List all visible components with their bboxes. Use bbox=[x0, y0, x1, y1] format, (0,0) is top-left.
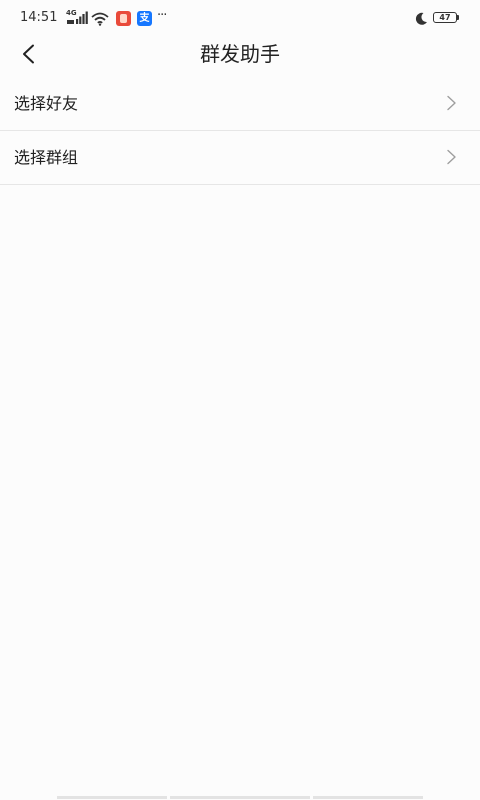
bottom-indicator-segment bbox=[313, 796, 423, 799]
chevron-right-icon bbox=[447, 95, 456, 111]
status-bar: 14:51 4G 支 ··· 47 bbox=[0, 0, 480, 36]
select-friends-item[interactable]: 选择好友 bbox=[0, 77, 480, 131]
menu-item-label: 选择好友 bbox=[14, 94, 79, 113]
bottom-indicator-segment bbox=[170, 796, 310, 799]
signal-4g-icon: 4G bbox=[66, 9, 88, 25]
screen: 14:51 4G 支 ··· 47 群发助手 选择好友 选择群组 bbox=[0, 0, 480, 800]
menu-list: 选择好友 选择群组 bbox=[0, 77, 480, 185]
select-groups-item[interactable]: 选择群组 bbox=[0, 131, 480, 185]
page-title: 群发助手 bbox=[200, 42, 280, 66]
battery-icon: 47 bbox=[433, 12, 457, 23]
battery-tip bbox=[457, 15, 459, 20]
header: 群发助手 bbox=[0, 36, 480, 72]
more-notifications-icon: ··· bbox=[157, 8, 167, 23]
back-button[interactable] bbox=[14, 38, 44, 70]
moon-icon bbox=[414, 11, 428, 30]
menu-item-label: 选择群组 bbox=[14, 148, 79, 167]
app-notification-icon bbox=[116, 11, 131, 26]
status-time: 14:51 bbox=[20, 10, 58, 25]
chevron-left-icon bbox=[23, 44, 34, 64]
alipay-notification-icon: 支 bbox=[137, 11, 152, 26]
chevron-right-icon bbox=[447, 149, 456, 165]
wifi-icon bbox=[91, 11, 109, 30]
bottom-indicator-segment bbox=[57, 796, 167, 799]
